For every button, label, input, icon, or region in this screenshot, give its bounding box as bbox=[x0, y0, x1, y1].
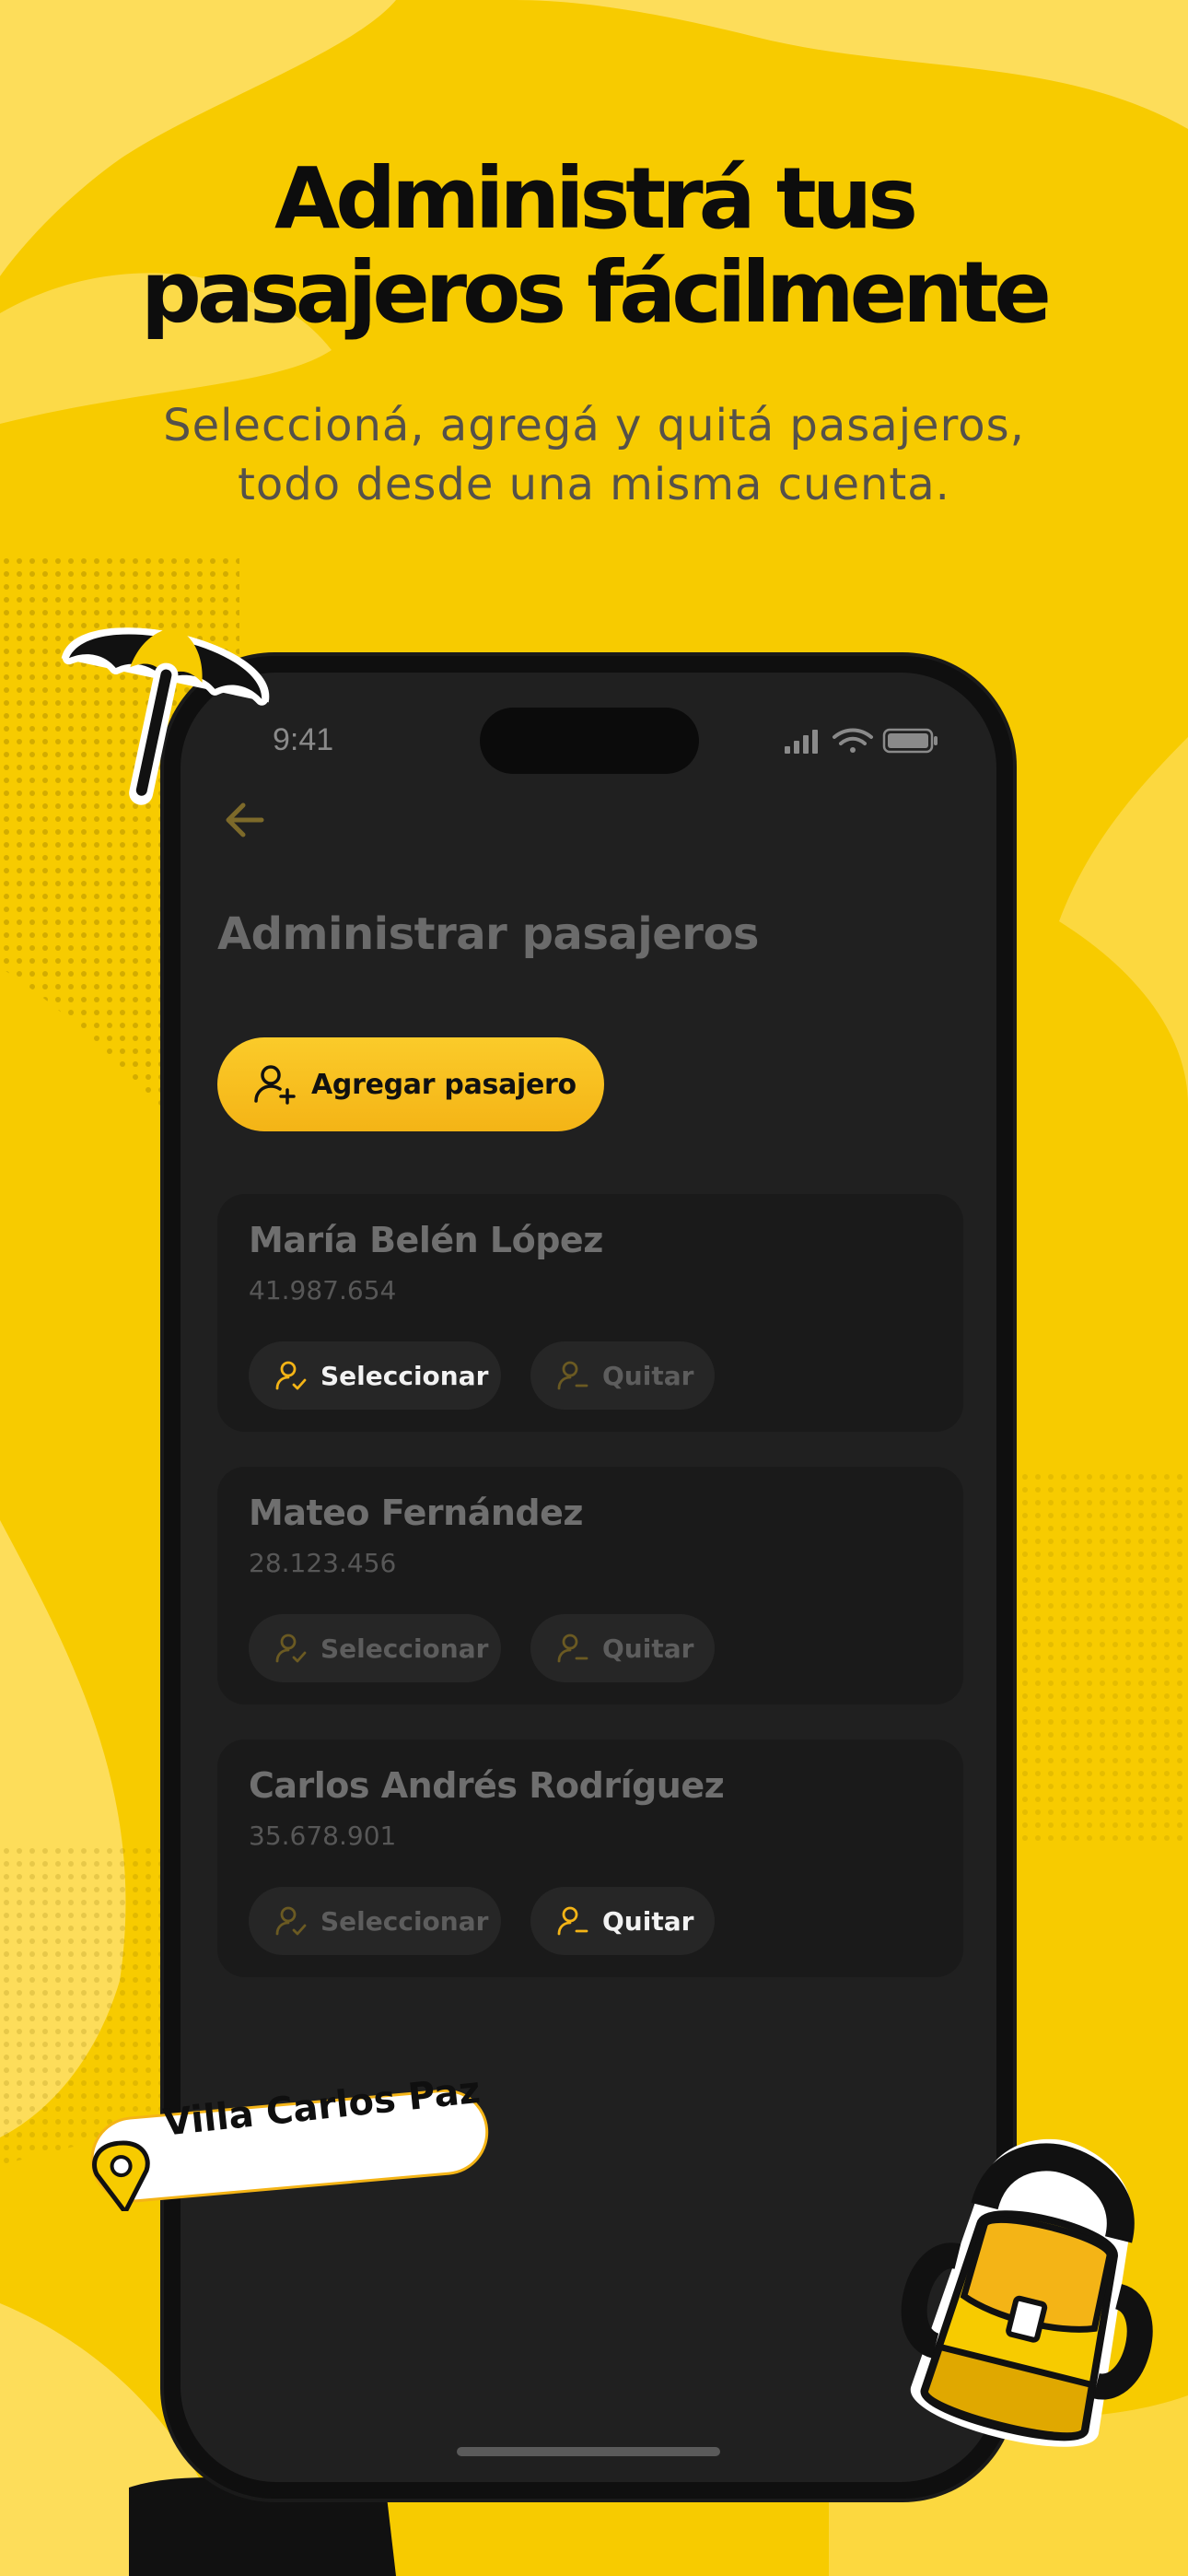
add-passenger-label: Agregar pasajero bbox=[311, 1068, 577, 1101]
passenger-id: 41.987.654 bbox=[249, 1275, 397, 1306]
select-label: Seleccionar bbox=[320, 1360, 489, 1391]
user-check-icon bbox=[275, 1633, 307, 1663]
user-check-icon bbox=[275, 1906, 307, 1936]
add-user-icon bbox=[254, 1065, 296, 1105]
passenger-card: María Belén López 41.987.654 Seleccionar… bbox=[217, 1194, 963, 1432]
user-minus-icon bbox=[557, 1906, 588, 1936]
remove-button[interactable]: Quitar bbox=[530, 1887, 715, 1955]
subheadline: Seleccioná, agregá y quitá pasajeros, to… bbox=[163, 400, 1025, 510]
page-title: Administrar pasajeros bbox=[217, 908, 760, 960]
passenger-name: María Belén López bbox=[249, 1220, 603, 1260]
select-button[interactable]: Seleccionar bbox=[249, 1614, 501, 1682]
signal-icon bbox=[785, 730, 818, 754]
passenger-id: 35.678.901 bbox=[249, 1821, 397, 1851]
select-label: Seleccionar bbox=[320, 1905, 489, 1937]
wifi-icon bbox=[833, 728, 873, 753]
add-passenger-button[interactable]: Agregar pasajero bbox=[217, 1037, 604, 1131]
user-minus-icon bbox=[557, 1361, 588, 1390]
select-button[interactable]: Seleccionar bbox=[249, 1887, 501, 1955]
user-check-icon bbox=[275, 1361, 307, 1390]
dynamic-island bbox=[480, 708, 699, 774]
phone-frame: 9:41 Administrar pasajeros Agregar pasaj… bbox=[164, 656, 1013, 2499]
passenger-name: Mateo Fernández bbox=[249, 1493, 584, 1533]
remove-label: Quitar bbox=[602, 1360, 694, 1391]
headline-line-1: Administrá tus bbox=[274, 149, 918, 248]
status-icons bbox=[785, 728, 938, 754]
passenger-id: 28.123.456 bbox=[249, 1548, 397, 1578]
battery-icon bbox=[882, 728, 938, 754]
umbrella-icon bbox=[61, 627, 270, 805]
select-button[interactable]: Seleccionar bbox=[249, 1341, 501, 1410]
headline-line-2: pasajeros fácilmente bbox=[141, 243, 1052, 342]
passenger-card: Mateo Fernández 28.123.456 Seleccionar Q… bbox=[217, 1467, 963, 1704]
select-label: Seleccionar bbox=[320, 1633, 489, 1664]
backpack-icon bbox=[901, 2138, 1153, 2447]
user-minus-icon bbox=[557, 1633, 588, 1663]
passenger-card: Carlos Andrés Rodríguez 35.678.901 Selec… bbox=[217, 1739, 963, 1977]
passenger-name: Carlos Andrés Rodríguez bbox=[249, 1765, 725, 1806]
headline: Administrá tus pasajeros fácilmente bbox=[0, 152, 1188, 340]
remove-label: Quitar bbox=[602, 1633, 694, 1664]
remove-button[interactable]: Quitar bbox=[530, 1614, 715, 1682]
remove-button[interactable]: Quitar bbox=[530, 1341, 715, 1410]
home-indicator[interactable] bbox=[457, 2447, 720, 2456]
remove-label: Quitar bbox=[602, 1905, 694, 1937]
